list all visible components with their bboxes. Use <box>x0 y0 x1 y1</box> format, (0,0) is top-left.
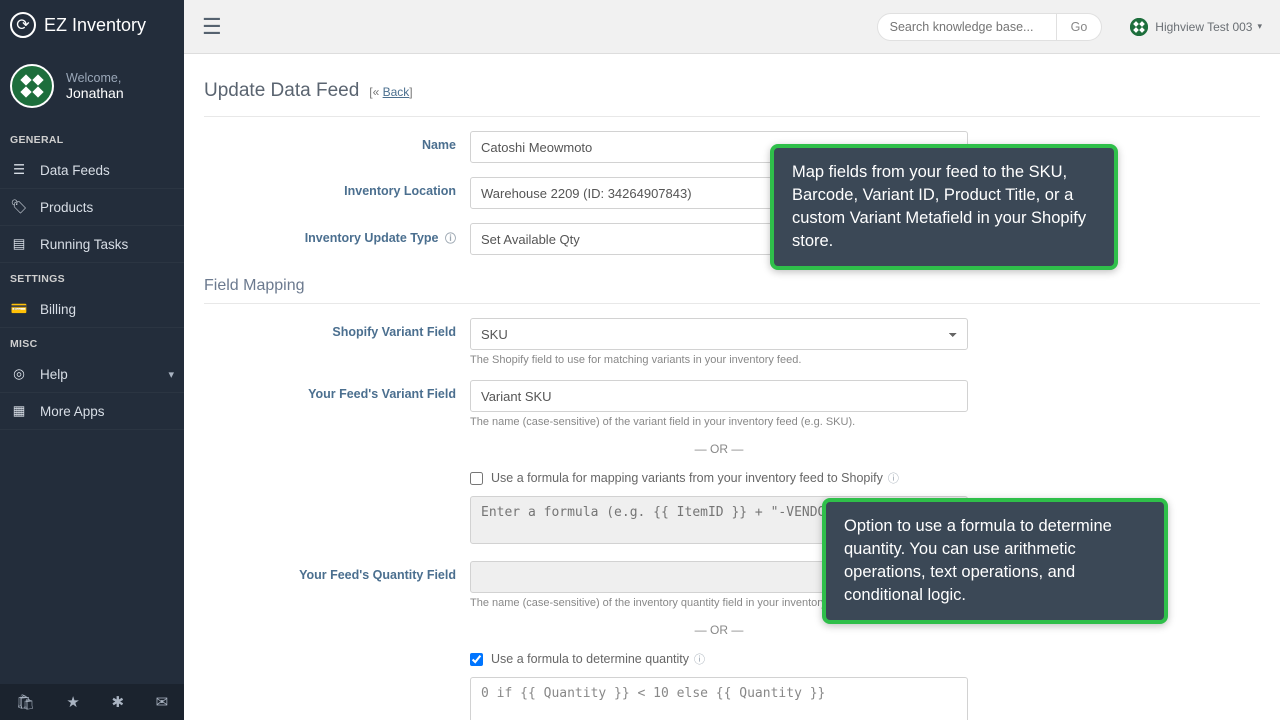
cb-label-qty: Use a formula to determine quantity <box>491 652 689 666</box>
tag-icon: 🏷 <box>10 199 28 215</box>
back-wrap: [« Back] <box>369 85 412 99</box>
or-separator: — OR — <box>470 623 968 637</box>
section-general: GENERAL <box>0 124 184 152</box>
callout-qty-formula: Option to use a formula to determine qua… <box>822 498 1168 624</box>
nav-products[interactable]: 🏷 Products <box>0 189 184 226</box>
label-feeds-qty: Your Feed's Quantity Field <box>204 561 470 720</box>
main-panel: Update Data Feed [« Back] Name Inventory… <box>184 54 1280 720</box>
nav-item-label: More Apps <box>40 404 105 419</box>
welcome-name: Jonathan <box>66 85 124 101</box>
qty-formula-textarea[interactable]: 0 if {{ Quantity }} < 10 else {{ Quantit… <box>470 677 968 720</box>
search-input[interactable] <box>877 13 1057 41</box>
page-title: Update Data Feed <box>204 80 359 102</box>
info-icon[interactable]: ⓘ <box>445 230 456 246</box>
welcome-prefix: Welcome, <box>66 71 124 85</box>
chevron-down-icon: ▾ <box>1257 21 1262 32</box>
hamburger-icon[interactable]: ☰ <box>202 14 222 40</box>
info-icon[interactable]: ⓘ <box>694 651 705 667</box>
section-settings: SETTINGS <box>0 263 184 291</box>
nav-item-label: Help <box>40 367 68 382</box>
section-misc: MISC <box>0 328 184 356</box>
info-icon[interactable]: ⓘ <box>888 470 899 486</box>
star-icon[interactable]: ★ <box>66 693 79 711</box>
label-feeds-variant: Your Feed's Variant Field <box>204 380 470 547</box>
nav-running-tasks[interactable]: ▤ Running Tasks <box>0 226 184 263</box>
use-formula-qty-checkbox[interactable] <box>470 653 483 666</box>
grid-icon: ▦ <box>10 403 28 419</box>
help-feeds-variant: The name (case-sensitive) of the variant… <box>470 416 968 428</box>
label-name: Name <box>204 131 470 163</box>
lifebuoy-icon: ◎ <box>10 366 28 382</box>
tasks-icon: ▤ <box>10 236 28 252</box>
user-menu[interactable]: Highview Test 003 ▾ <box>1130 18 1262 36</box>
sidebar: ⟳ EZ Inventory Welcome, Jonathan GENERAL… <box>0 0 184 720</box>
mail-icon[interactable]: ✉ <box>156 693 169 711</box>
panel-header: Update Data Feed [« Back] <box>204 72 1260 117</box>
chevron-down-icon: ▾ <box>168 368 174 381</box>
help-shopify-variant: The Shopify field to use for matching va… <box>470 354 968 366</box>
rss-icon[interactable]: ✱ <box>111 693 124 711</box>
user-avatar-small <box>1130 18 1148 36</box>
nav-item-label: Billing <box>40 302 76 317</box>
topbar: ☰ Go Highview Test 003 ▾ <box>184 0 1280 54</box>
nav-data-feeds[interactable]: ☰ Data Feeds <box>0 152 184 189</box>
label-inv-update-type: Inventory Update Type ⓘ <box>204 223 470 255</box>
nav-item-label: Data Feeds <box>40 163 110 178</box>
search-wrap: Go <box>877 13 1103 41</box>
label-shopify-variant: Shopify Variant Field <box>204 318 470 366</box>
nav-billing[interactable]: 💳 Billing <box>0 291 184 328</box>
brand-label: EZ Inventory <box>44 15 146 36</box>
shopify-variant-select[interactable]: SKU <box>470 318 968 350</box>
or-separator: — OR — <box>470 442 968 456</box>
sidebar-dock: 🛍 ★ ✱ ✉ <box>0 684 184 720</box>
cb-label-variant: Use a formula for mapping variants from … <box>491 471 883 485</box>
nav-help[interactable]: ◎ Help ▾ <box>0 356 184 393</box>
card-icon: 💳 <box>10 301 28 317</box>
user-name: Highview Test 003 <box>1155 20 1252 34</box>
user-avatar <box>10 64 54 108</box>
back-link[interactable]: Back <box>383 85 410 99</box>
nav-item-label: Products <box>40 200 93 215</box>
search-go-button[interactable]: Go <box>1057 13 1103 41</box>
section-field-mapping: Field Mapping <box>204 277 1260 304</box>
feeds-variant-input[interactable] <box>470 380 968 412</box>
list-icon: ☰ <box>10 162 28 178</box>
use-formula-variant-checkbox[interactable] <box>470 472 483 485</box>
nav-item-label: Running Tasks <box>40 237 128 252</box>
callout-field-mapping: Map fields from your feed to the SKU, Ba… <box>770 144 1118 270</box>
brand[interactable]: ⟳ EZ Inventory <box>0 0 184 50</box>
label-inv-location: Inventory Location <box>204 177 470 209</box>
welcome-block: Welcome, Jonathan <box>0 50 184 124</box>
nav-more-apps[interactable]: ▦ More Apps <box>0 393 184 430</box>
refresh-icon: ⟳ <box>10 12 36 38</box>
briefcase-icon[interactable]: 🛍 <box>16 693 35 711</box>
